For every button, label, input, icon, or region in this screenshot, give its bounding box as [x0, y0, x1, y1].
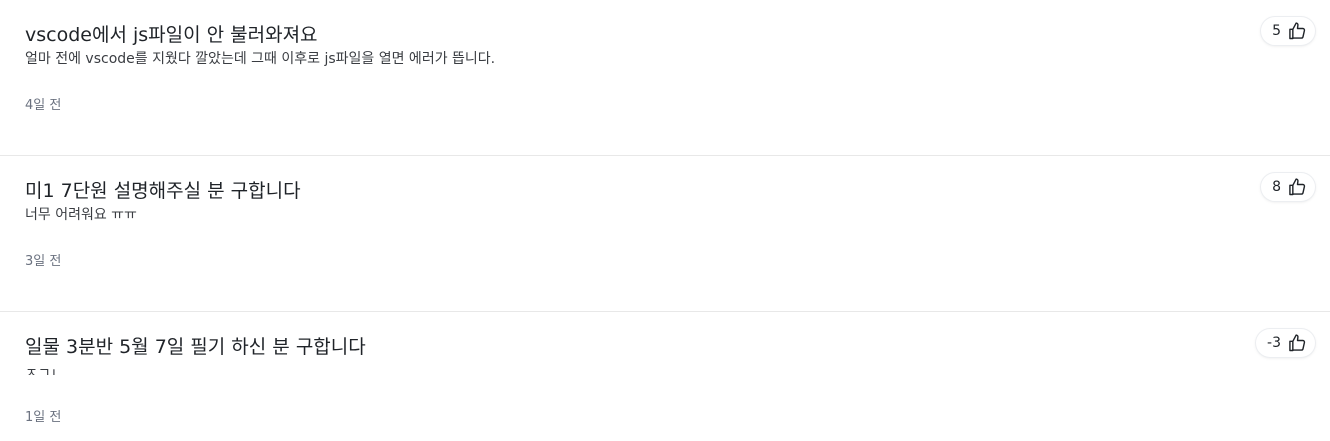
post-item[interactable]: vscode에서 js파일이 안 불러와져요 얼마 전에 vscode를 지웠다… [0, 0, 1330, 156]
post-date: 4일 전 [25, 98, 62, 113]
like-count: 8 [1272, 179, 1281, 195]
post-title[interactable]: vscode에서 js파일이 안 불러와져요 [25, 22, 318, 48]
post-date: 3일 전 [25, 254, 62, 269]
post-excerpt: ㅈㄱㄴ [25, 366, 64, 375]
like-count: 5 [1272, 23, 1281, 39]
post-title[interactable]: 일물 3분반 5월 7일 필기 하신 분 구합니다 [25, 334, 366, 360]
post-excerpt: 얼마 전에 vscode를 지웠다 깔았는데 그때 이후로 js파일을 열면 에… [25, 51, 496, 67]
post-excerpt: 너무 어려워요 ㅠㅠ [25, 207, 137, 223]
post-title[interactable]: 미1 7단원 설명해주실 분 구합니다 [25, 178, 301, 204]
post-item[interactable]: 일물 3분반 5월 7일 필기 하신 분 구합니다 ㅈㄱㄴ 1일 전 -3 [0, 312, 1330, 441]
thumbs-up-icon [1289, 334, 1306, 352]
like-button[interactable]: 8 [1261, 173, 1315, 201]
thumbs-up-icon [1289, 178, 1306, 196]
like-button[interactable]: -3 [1256, 329, 1315, 357]
like-count: -3 [1267, 335, 1281, 351]
post-list: vscode에서 js파일이 안 불러와져요 얼마 전에 vscode를 지웠다… [0, 0, 1330, 441]
like-button[interactable]: 5 [1261, 17, 1315, 45]
post-item[interactable]: 미1 7단원 설명해주실 분 구합니다 너무 어려워요 ㅠㅠ 3일 전 8 [0, 156, 1330, 312]
post-date: 1일 전 [25, 410, 62, 425]
thumbs-up-icon [1289, 22, 1306, 40]
